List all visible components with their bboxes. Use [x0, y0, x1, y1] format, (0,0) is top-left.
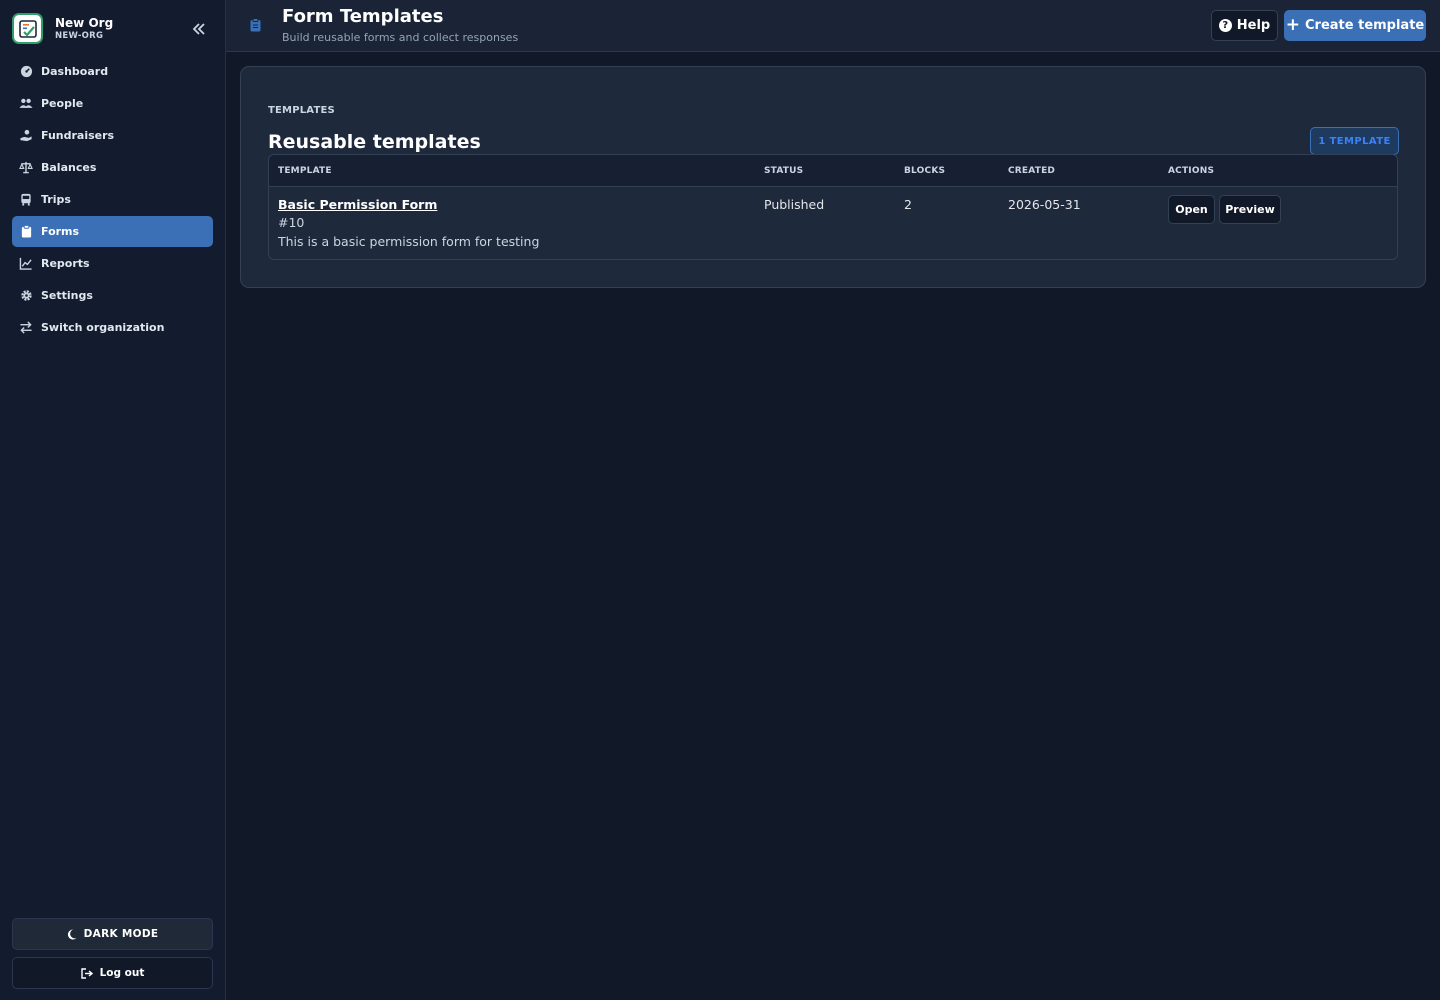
- sidebar-item-label: People: [41, 97, 84, 110]
- sidebar-item-people[interactable]: People: [12, 88, 213, 119]
- dashboard-gauge-icon: [19, 65, 33, 79]
- page-subtitle: Build reusable forms and collect respons…: [282, 31, 519, 44]
- template-description: This is a basic permission form for test…: [278, 234, 540, 249]
- table-header: TEMPLATE STATUS BLOCKS CREATED ACTIONS: [269, 155, 1397, 187]
- collapse-sidebar-icon[interactable]: [189, 19, 209, 39]
- org-switcher[interactable]: New Org NEW-ORG: [12, 13, 113, 44]
- sidebar-item-label: Switch organization: [41, 321, 165, 334]
- sidebar-item-label: Reports: [41, 257, 90, 270]
- sidebar-item-label: Fundraisers: [41, 129, 115, 142]
- help-label: Help: [1236, 18, 1271, 33]
- switch-arrows-icon: [19, 321, 33, 335]
- sidebar-item-trips[interactable]: Trips: [12, 184, 213, 215]
- sidebar-item-label: Forms: [41, 225, 80, 238]
- create-template-label: Create template: [1305, 18, 1425, 33]
- sidebar-item-settings[interactable]: Settings: [12, 280, 213, 311]
- card-eyebrow: TEMPLATES: [268, 105, 335, 116]
- chart-line-icon: [19, 257, 33, 271]
- sidebar-item-label: Trips: [41, 193, 71, 206]
- org-name: New Org: [55, 15, 114, 30]
- question-icon: ?: [1218, 19, 1232, 32]
- help-button[interactable]: ? Help: [1211, 10, 1278, 41]
- column-header-actions: ACTIONS: [1168, 166, 1215, 176]
- sidebar-item-forms[interactable]: Forms: [12, 216, 213, 247]
- sidebar: New Org NEW-ORG Dashboard People Fundrai…: [0, 0, 226, 1000]
- hand-coin-icon: [19, 129, 33, 143]
- dark-mode-label: DARK MODE: [83, 928, 159, 940]
- create-template-button[interactable]: + Create template: [1284, 10, 1426, 41]
- sidebar-item-label: Balances: [41, 161, 97, 174]
- gear-icon: [19, 289, 33, 303]
- column-header-blocks: BLOCKS: [904, 166, 946, 176]
- table-row: Basic Permission Form #10 This is a basi…: [269, 187, 1397, 259]
- column-header-template: TEMPLATE: [278, 166, 332, 176]
- templates-card: TEMPLATES Reusable templates 1 TEMPLATE …: [240, 66, 1426, 288]
- template-id: #10: [278, 215, 305, 230]
- clipboard-icon: [250, 17, 261, 36]
- template-created: 2026-05-31: [1008, 197, 1081, 212]
- scale-icon: [19, 161, 33, 175]
- org-logo: [12, 13, 43, 44]
- preview-button[interactable]: Preview: [1219, 195, 1281, 224]
- card-title: Reusable templates: [268, 131, 481, 153]
- sidebar-item-label: Settings: [41, 289, 93, 302]
- moon-icon: [67, 928, 77, 940]
- sidebar-item-switch-organization[interactable]: Switch organization: [12, 312, 213, 343]
- sidebar-item-reports[interactable]: Reports: [12, 248, 213, 279]
- sidebar-item-balances[interactable]: Balances: [12, 152, 213, 183]
- column-header-status: STATUS: [764, 166, 804, 176]
- logout-button[interactable]: Log out: [12, 957, 213, 989]
- sidebar-item-dashboard[interactable]: Dashboard: [12, 56, 213, 87]
- bus-icon: [19, 193, 33, 207]
- template-count-badge: 1 TEMPLATE: [1310, 127, 1399, 155]
- template-name-link[interactable]: Basic Permission Form: [278, 197, 437, 212]
- template-status: Published: [764, 197, 825, 212]
- column-header-created: CREATED: [1008, 166, 1056, 176]
- plus-icon: +: [1285, 15, 1300, 35]
- open-button[interactable]: Open: [1168, 195, 1215, 224]
- sidebar-nav: Dashboard People Fundraisers Balances Tr…: [12, 56, 213, 344]
- logout-icon: [80, 967, 93, 979]
- people-icon: [19, 97, 33, 111]
- template-blocks: 2: [904, 197, 912, 212]
- sidebar-item-label: Dashboard: [41, 65, 109, 78]
- logout-label: Log out: [99, 967, 145, 979]
- clipboard-icon: [19, 225, 33, 239]
- page-title: Form Templates: [282, 6, 444, 27]
- sidebar-item-fundraisers[interactable]: Fundraisers: [12, 120, 213, 151]
- dark-mode-toggle[interactable]: DARK MODE: [12, 918, 213, 950]
- org-slug: NEW-ORG: [55, 30, 104, 41]
- templates-table: TEMPLATE STATUS BLOCKS CREATED ACTIONS B…: [268, 154, 1398, 260]
- page-header: Form Templates Build reusable forms and …: [226, 0, 1440, 52]
